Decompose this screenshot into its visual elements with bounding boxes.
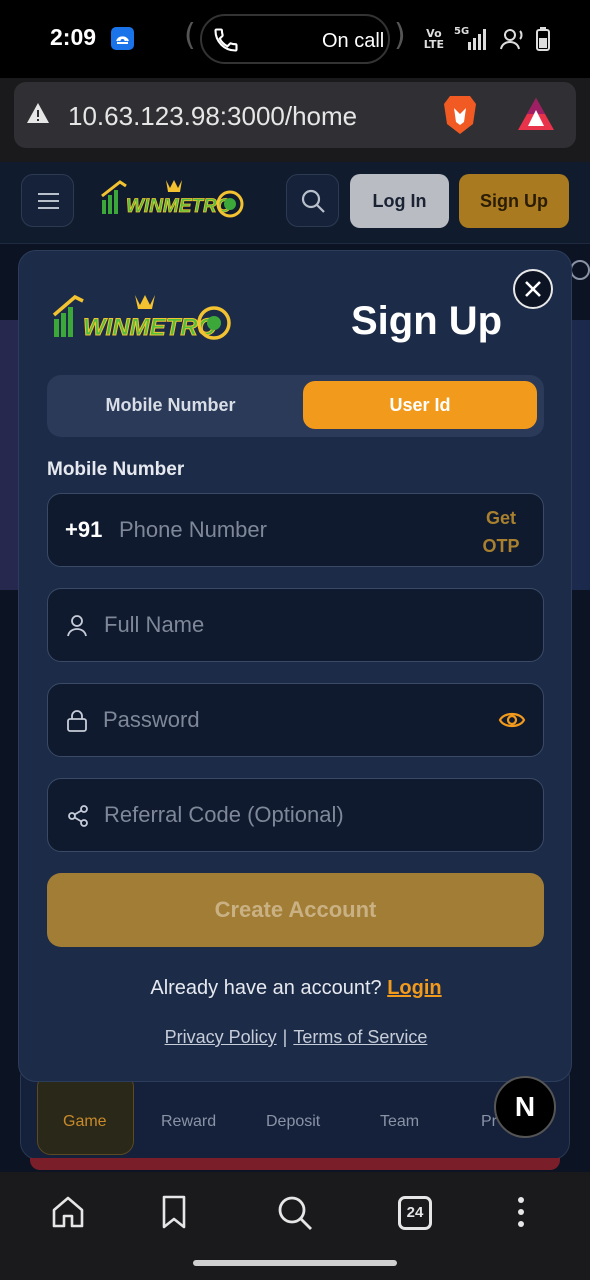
- full-name-input[interactable]: Full Name: [104, 612, 204, 638]
- header-login-button[interactable]: Log In: [350, 174, 449, 228]
- referral-input[interactable]: Referral Code (Optional): [104, 802, 344, 828]
- close-icon: [525, 281, 541, 297]
- floating-n-badge[interactable]: N: [494, 1076, 556, 1138]
- login-prompt: Already have an account? Login: [19, 977, 573, 1000]
- hotspot-user-icon: [500, 29, 523, 50]
- lock-icon: [67, 710, 87, 732]
- login-link[interactable]: Login: [387, 977, 441, 999]
- app-notification-icon: [111, 27, 134, 50]
- battery-icon: [536, 27, 550, 51]
- full-name-field[interactable]: Full Name: [47, 588, 544, 662]
- referral-field[interactable]: Referral Code (Optional): [47, 778, 544, 852]
- gesture-bar: [193, 1260, 397, 1266]
- password-field[interactable]: Password: [47, 683, 544, 757]
- winmetro-logo-large: WINMETRO: [52, 294, 231, 342]
- call-bracket-right: ): [394, 18, 406, 53]
- close-button[interactable]: [513, 269, 553, 309]
- nav-team-label[interactable]: Team: [380, 1113, 419, 1131]
- search-button[interactable]: [286, 174, 339, 227]
- site-header: WINMETRO Log In Sign Up: [0, 162, 590, 244]
- url-text[interactable]: 10.63.123.98:3000/home: [68, 101, 357, 132]
- search-icon[interactable]: [276, 1194, 314, 1232]
- signup-method-tabs: Mobile Number User Id: [47, 375, 544, 437]
- status-time: 2:09: [50, 24, 97, 50]
- legal-separator: |: [282, 1027, 288, 1047]
- country-code: +91: [65, 517, 103, 542]
- warning-icon[interactable]: [26, 102, 50, 124]
- signup-modal: WINMETRO Sign Up Mobile Number User Id M…: [18, 250, 572, 1082]
- modal-title: Sign Up: [351, 299, 503, 343]
- home-icon[interactable]: [50, 1194, 86, 1230]
- call-pill[interactable]: On call: [200, 14, 390, 64]
- volte-indicator: Vo LTE: [423, 27, 444, 51]
- svg-text:WINMETRO: WINMETRO: [83, 314, 217, 341]
- signal-icon: 5G: [454, 26, 490, 52]
- menu-button[interactable]: [21, 174, 74, 227]
- winmetro-logo[interactable]: WINMETRO: [100, 176, 246, 226]
- phone-field[interactable]: +91 Phone Number Get OTP: [47, 493, 544, 567]
- status-icons: Vo LTE 5G: [424, 26, 550, 52]
- background-strip: [30, 1158, 560, 1170]
- nav-game-label[interactable]: Game: [63, 1113, 107, 1131]
- header-signup-button[interactable]: Sign Up: [459, 174, 569, 228]
- phone-input[interactable]: Phone Number: [119, 517, 267, 543]
- password-input[interactable]: Password: [103, 707, 200, 733]
- phone-icon: [214, 28, 238, 52]
- browser-bottom-bar: 24: [0, 1172, 590, 1280]
- nav-reward-label[interactable]: Reward: [161, 1113, 216, 1131]
- mobile-number-label: Mobile Number: [47, 459, 185, 480]
- tab-mobile-number[interactable]: Mobile Number: [53, 381, 288, 429]
- privacy-policy-link[interactable]: Privacy Policy: [165, 1027, 277, 1047]
- tab-user-id[interactable]: User Id: [303, 381, 537, 429]
- get-otp-button[interactable]: Get OTP: [466, 504, 536, 560]
- tabs-button[interactable]: 24: [398, 1196, 432, 1230]
- brave-shields-icon[interactable]: [442, 94, 478, 136]
- user-icon: [67, 615, 87, 637]
- svg-text:WINMETRO: WINMETRO: [126, 196, 232, 217]
- call-status-text: On call: [322, 30, 385, 52]
- browser-toolbar: 10.63.123.98:3000/home: [0, 78, 590, 162]
- create-account-button[interactable]: Create Account: [47, 873, 544, 947]
- legal-links: Privacy Policy | Terms of Service: [19, 1027, 573, 1048]
- search-icon: [301, 189, 325, 213]
- nav-deposit-label[interactable]: Deposit: [266, 1113, 320, 1131]
- carousel-dot: [570, 260, 590, 280]
- status-bar: 2:09 ( On call ) Vo LTE 5G: [0, 0, 590, 78]
- have-account-text: Already have an account?: [150, 977, 382, 999]
- more-menu-icon[interactable]: [514, 1194, 528, 1230]
- call-bracket-left: (: [184, 18, 196, 53]
- eye-icon[interactable]: [498, 709, 526, 731]
- share-icon: [68, 805, 88, 827]
- brave-rewards-icon[interactable]: [516, 96, 556, 132]
- bookmark-icon[interactable]: [160, 1194, 188, 1230]
- address-bar[interactable]: 10.63.123.98:3000/home: [14, 82, 576, 148]
- terms-link[interactable]: Terms of Service: [293, 1027, 427, 1047]
